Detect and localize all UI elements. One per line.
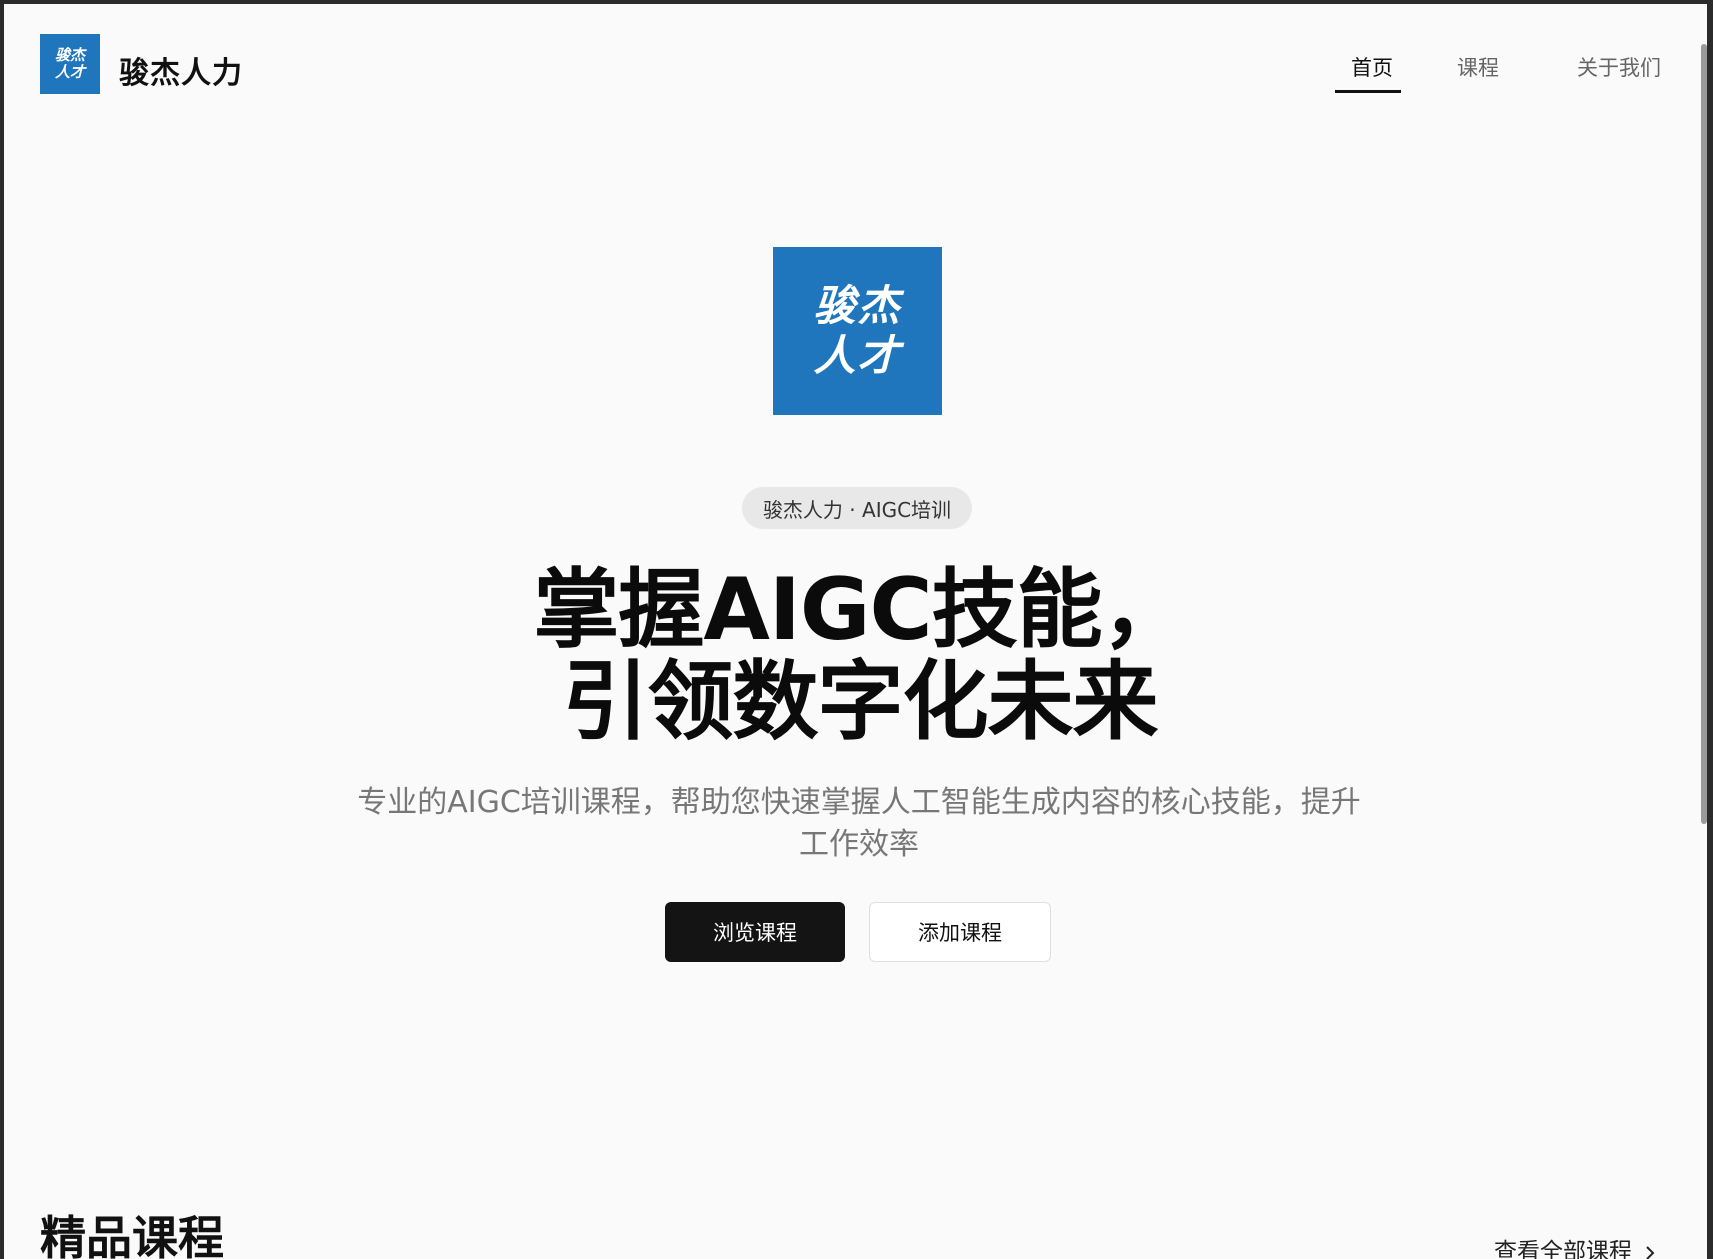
logo-line1: 骏杰 — [54, 46, 85, 64]
nav-active-indicator — [1335, 90, 1401, 93]
nav-about[interactable]: 关于我们 — [1577, 52, 1661, 82]
brand-name[interactable]: 骏杰人力 — [119, 48, 243, 92]
hero-logo-line2: 人才 — [813, 331, 902, 380]
subtitle-line1: 专业的AIGC培训课程，帮助您快速掌握人工智能生成内容的核心技能，提升 — [357, 785, 1361, 820]
hero-badge: 骏杰人力 · AIGC培训 — [742, 487, 972, 529]
logo-line2: 人才 — [54, 63, 85, 81]
view-all-courses-link[interactable]: 查看全部课程 — [1494, 1232, 1658, 1259]
headline-line2: 引领数字化未来 — [562, 652, 1159, 752]
hero-subtitle: 专业的AIGC培训课程，帮助您快速掌握人工智能生成内容的核心技能，提升 工作效率 — [344, 782, 1374, 866]
add-course-button[interactable]: 添加课程 — [869, 902, 1051, 962]
scrollbar-thumb[interactable] — [1701, 44, 1707, 824]
hero-headline: 掌握AIGC技能， 引领数字化未来 — [360, 564, 1360, 748]
logo[interactable]: 骏杰 人才 — [40, 34, 100, 94]
site-header: 骏杰 人才 骏杰人力 首页 课程 关于我们 — [4, 4, 1707, 132]
browser-page: 骏杰 人才 骏杰人力 首页 课程 关于我们 骏杰 人才 骏杰人力 · AIGC培… — [4, 4, 1707, 1259]
featured-courses-title: 精品课程 — [40, 1211, 224, 1259]
nav-home[interactable]: 首页 — [1351, 52, 1393, 82]
headline-line1: 掌握AIGC技能， — [533, 560, 1187, 660]
subtitle-line2: 工作效率 — [799, 827, 919, 862]
chevron-right-icon — [1642, 1241, 1658, 1259]
hero-logo: 骏杰 人才 — [773, 247, 942, 415]
view-all-label: 查看全部课程 — [1494, 1239, 1632, 1259]
hero-logo-line1: 骏杰 — [813, 281, 902, 330]
browse-courses-button[interactable]: 浏览课程 — [665, 902, 845, 962]
nav-courses[interactable]: 课程 — [1457, 52, 1499, 82]
